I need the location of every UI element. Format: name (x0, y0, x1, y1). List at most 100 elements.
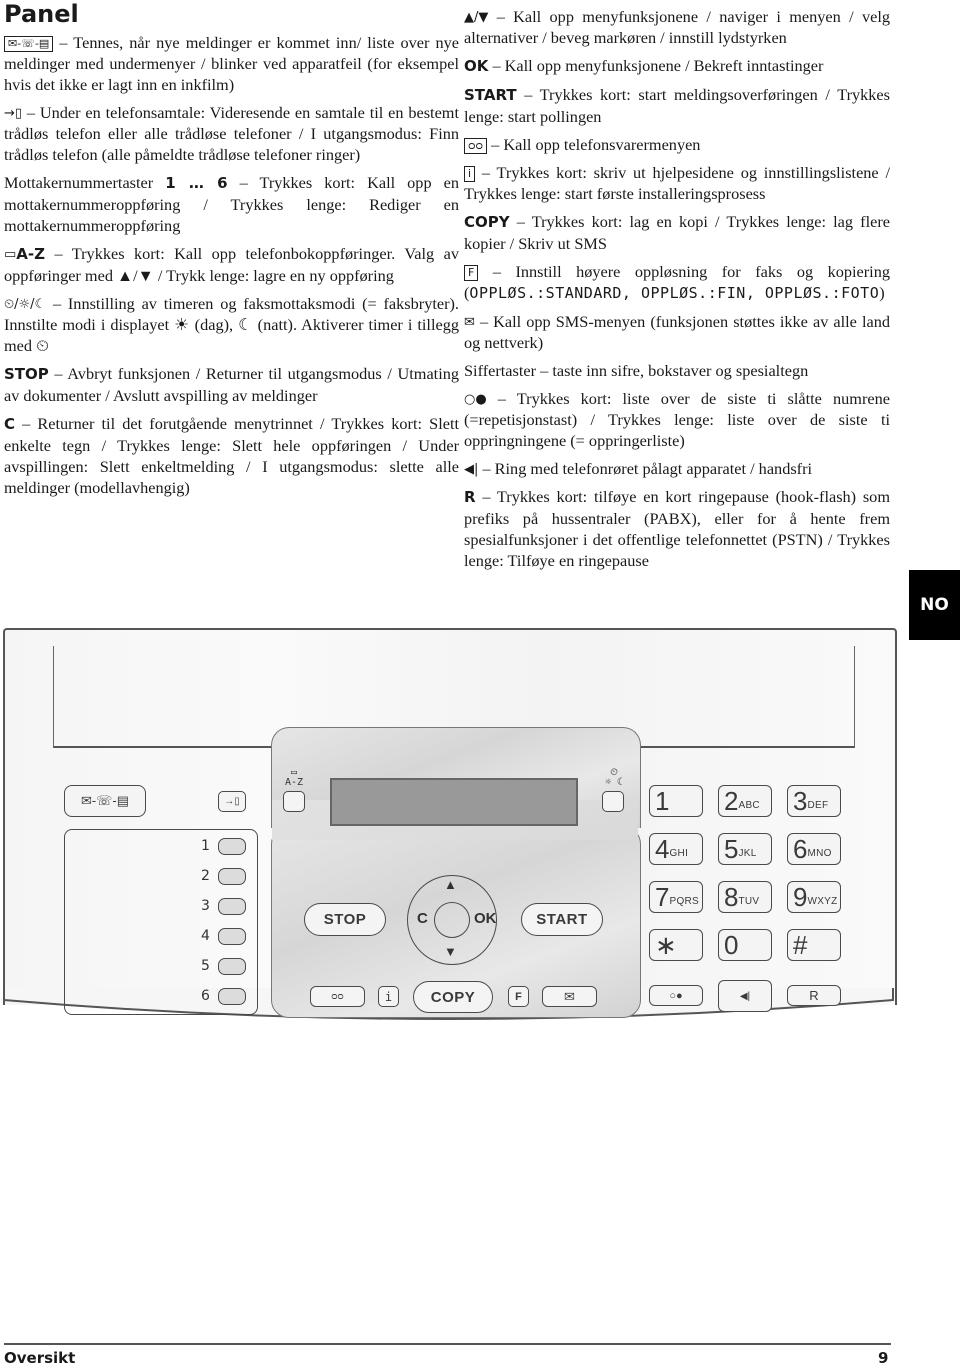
resolution-button[interactable]: F (508, 986, 529, 1007)
keypad-key-5[interactable]: 5 JKL (718, 833, 772, 865)
key-letters: GHI (669, 847, 689, 859)
keyword: START (464, 86, 517, 104)
speaker-icon: ◀| (464, 462, 479, 477)
resolution-icon: F (515, 990, 522, 1003)
destination-key-label: 6 (201, 988, 210, 1004)
keypad-key-7[interactable]: 7 PQRS (649, 881, 703, 913)
entry-speaker: ◀| – Ring med telefonrøret pålagt appara… (464, 459, 813, 478)
transfer-handset-icon: →▯ (4, 106, 23, 121)
keypad-key-11[interactable]: 0 (718, 929, 772, 961)
phonebook-icon: ▭ (4, 247, 17, 262)
entry-r: R – Trykkes kort: tilføye en kort ringep… (464, 487, 890, 570)
entry-timer: ⏲/☼/☾ – Innstilling av timeren og faksmo… (4, 294, 459, 355)
keyword: 1 … 6 (165, 174, 228, 192)
key-digit: # (793, 930, 808, 960)
entry-digit-keys: Siffertaster – taste inn sifre, bokstave… (464, 361, 809, 380)
key-digit: 2 (724, 786, 739, 816)
entry-resolution: F – Innstill høyere oppløsning for faks … (464, 262, 890, 302)
keyword: COPY (464, 213, 510, 231)
info-icon: i (384, 989, 393, 1004)
display-text: OPPLØS.:STANDARD, OPPLØS.:FIN, OPPLØS.:F… (469, 284, 880, 302)
destination-key-5[interactable] (218, 958, 246, 975)
redial-button[interactable]: ○● (649, 985, 703, 1006)
message-line-fax-led-icon: ✉-☏-▤ (4, 36, 54, 52)
destination-key-label: 1 (201, 838, 210, 854)
key-digit: 5 (724, 834, 739, 864)
keyword: A-Z (16, 245, 46, 263)
page-number: 9 (878, 1349, 889, 1367)
destination-key-4[interactable] (218, 928, 246, 945)
phonebook-label: ▭ A-Z (279, 768, 309, 788)
entry-destination-keys: Mottakernummertaster 1 … 6 – Trykkes kor… (4, 173, 460, 235)
key-digit: 1 (655, 786, 670, 816)
keypad-key-8[interactable]: 8 TUV (718, 881, 772, 913)
info-icon: i (464, 166, 476, 182)
keypad-key-9[interactable]: 9 WXYZ (787, 881, 841, 913)
r-button[interactable]: R (787, 985, 841, 1006)
sms-button[interactable]: ✉ (542, 986, 597, 1007)
timer-day-night-icon: ⏲/☼/☾ (4, 297, 47, 312)
destination-key-label: 5 (201, 958, 210, 974)
right-column: ▲/▼ – Kall opp menyfunksjonene / naviger… (464, 6, 890, 578)
destination-key-label: 4 (201, 928, 210, 944)
answering-machine-button[interactable]: ᴑᴑ (310, 986, 365, 1007)
message-line-fax-icon: ✉-☏-▤ (80, 793, 130, 808)
keyword: STOP (4, 365, 49, 383)
info-button[interactable]: i (378, 986, 399, 1007)
keypad-key-12[interactable]: # (787, 929, 841, 961)
destination-key-1[interactable] (218, 838, 246, 855)
key-digit: 6 (793, 834, 808, 864)
destination-key-label: 2 (201, 868, 210, 884)
entry-info: i – Trykkes kort: skriv ut hjelpesidene … (464, 163, 890, 203)
lcd-display (330, 778, 578, 826)
up-arrow-button[interactable]: ▲ (444, 877, 457, 892)
sms-envelope-icon: ✉ (564, 988, 575, 1004)
destination-key-3[interactable] (218, 898, 246, 915)
ok-center (434, 902, 470, 938)
key-digit: 7 (655, 882, 670, 912)
led-indicator: ✉-☏-▤ (64, 785, 146, 817)
key-digit: 0 (724, 930, 739, 960)
destination-key-6[interactable] (218, 988, 246, 1005)
resolution-icon: F (464, 265, 479, 281)
sms-envelope-icon: ✉ (464, 315, 475, 330)
copy-button[interactable]: COPY (413, 981, 493, 1013)
keypad-key-1[interactable]: 1 (649, 785, 703, 817)
key-digit: 9 (793, 882, 808, 912)
key-letters: TUV (738, 895, 760, 907)
entry-copy: COPY – Trykkes kort: lag en kopi / Trykk… (464, 212, 890, 253)
entry-ok: OK – Kall opp menyfunksjonene / Bekreft … (464, 56, 824, 75)
keypad-key-6[interactable]: 6 MNO (787, 833, 841, 865)
entry-arrows: ▲/▼ – Kall opp menyfunksjonene / naviger… (464, 7, 890, 47)
down-arrow-button[interactable]: ▼ (444, 944, 457, 959)
entry-led-indicator: ✉-☏-▤ – Tennes, når nye meldinger er kom… (4, 33, 459, 94)
keypad-key-3[interactable]: 3 DEF (787, 785, 841, 817)
transfer-button[interactable]: →▯ (218, 791, 246, 812)
entry-answering-machine: ᴑᴑ – Kall opp telefonsvarermenyen (464, 134, 890, 155)
answering-machine-icon: ᴑᴑ (331, 991, 344, 1002)
phonebook-button[interactable] (283, 791, 305, 812)
footer-section: Oversikt (4, 1349, 76, 1367)
keypad-key-2[interactable]: 2 ABC (718, 785, 772, 817)
keyword: C (4, 415, 16, 433)
keypad-key-4[interactable]: 4 GHI (649, 833, 703, 865)
stop-button[interactable]: STOP (304, 903, 386, 936)
destination-key-2[interactable] (218, 868, 246, 885)
entry-sms: ✉ – Kall opp SMS-menyen (funksjonen støt… (464, 312, 890, 352)
day-night-icon: ☼ ☾ (604, 777, 624, 788)
keypad-key-10[interactable]: ∗ (649, 929, 703, 961)
key-letters: PQRS (669, 895, 700, 907)
timer-button[interactable] (602, 791, 624, 812)
redial-icon: ○● (464, 392, 487, 407)
speaker-button[interactable]: ◀| (718, 980, 772, 1012)
entry-redial: ○● – Trykkes kort: liste over de siste t… (464, 389, 890, 450)
destination-key-label: 3 (201, 898, 210, 914)
timer-label: ⏲ ☼ ☾ (599, 768, 629, 788)
page-title: Panel (4, 0, 79, 28)
entry-c: C – Returner til det forutgående menytri… (4, 414, 459, 497)
key-digit: ∗ (655, 930, 677, 960)
footer-rule (4, 1343, 891, 1345)
ok-button[interactable]: OK (474, 910, 497, 927)
c-button[interactable]: C (417, 910, 428, 927)
start-button[interactable]: START (521, 903, 603, 936)
